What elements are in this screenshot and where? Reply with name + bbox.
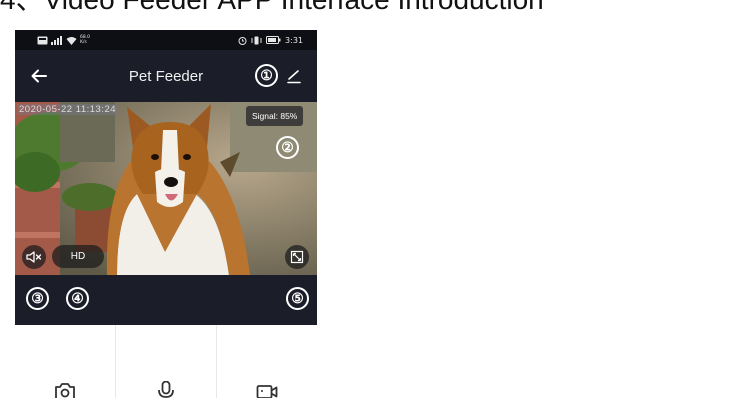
record-button[interactable] <box>217 325 317 398</box>
video-timestamp: 2020-05-22 11:13:24 <box>17 104 119 115</box>
app-bar: Pet Feeder ① <box>15 50 317 102</box>
video-feed[interactable]: 2020-05-22 11:13:24 Signal: 85% ② HD <box>15 102 317 275</box>
record-video-icon <box>256 385 278 398</box>
bottom-toolbar <box>15 325 317 398</box>
cellular-signal-icon <box>51 35 62 45</box>
network-speed: 68.0 K/s <box>80 35 91 45</box>
control-strip: ③ ④ ⑤ <box>15 275 317 325</box>
callout-5: ⑤ <box>286 287 309 310</box>
video-quality-button[interactable]: HD <box>52 245 104 268</box>
screenshot-button[interactable] <box>15 325 116 398</box>
camera-icon <box>55 383 75 398</box>
callout-1: ① <box>255 64 278 87</box>
signal-strength: Signal: 85% <box>246 106 304 126</box>
phone-screen: 68.0 K/s 3:31 Pet Feeder ① 2020-05-22 11… <box>15 30 317 398</box>
vibrate-icon <box>251 36 262 44</box>
callout-3: ③ <box>26 287 49 310</box>
edit-button[interactable] <box>285 67 303 85</box>
speaker-mute-icon <box>26 251 42 263</box>
wifi-icon <box>66 36 77 45</box>
fullscreen-button[interactable] <box>285 245 309 269</box>
pencil-icon <box>287 70 301 84</box>
status-time: 3:31 <box>285 35 303 45</box>
callout-2: ② <box>276 136 299 159</box>
callout-4: ④ <box>66 287 89 310</box>
notification-icon <box>37 36 48 44</box>
document-heading: 4、Video Feeder APP Interface Introductio… <box>0 0 544 14</box>
talk-button[interactable] <box>116 325 217 398</box>
battery-icon <box>266 36 281 44</box>
status-bar: 68.0 K/s 3:31 <box>15 30 317 50</box>
alarm-icon <box>238 36 247 45</box>
mute-button[interactable] <box>22 245 46 269</box>
microphone-icon <box>158 381 174 398</box>
fullscreen-icon <box>290 250 304 264</box>
